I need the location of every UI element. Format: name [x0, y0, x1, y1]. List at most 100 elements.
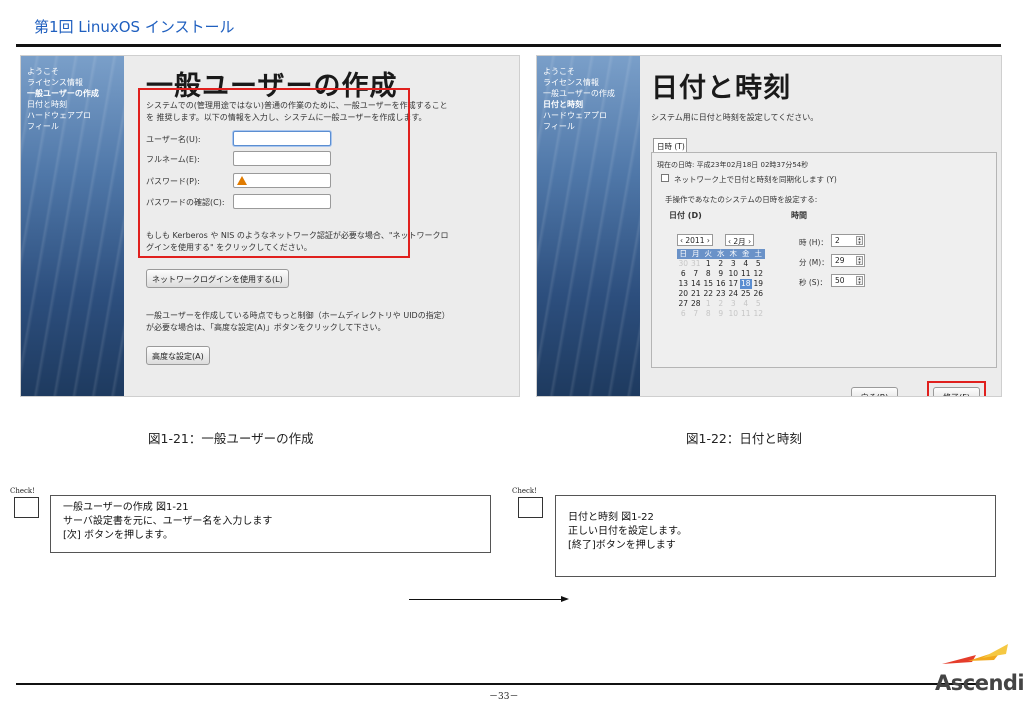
calendar-day[interactable]: 9	[715, 269, 728, 279]
check-label-left: Check!	[10, 487, 35, 495]
check-label-right: Check!	[512, 487, 537, 495]
note-box-right: 日付と時刻 図1-22 正しい日付を設定します。 [終了]ボタンを押します	[555, 495, 996, 577]
date-header: 日付 (D)	[669, 211, 702, 220]
sidebar-item-hardware-profile: ハードウェアプロ	[27, 111, 91, 120]
calendar-day[interactable]: 4	[740, 259, 753, 269]
year-selector[interactable]: ‹ 2011 ›	[677, 234, 713, 246]
calendar-day[interactable]: 1	[702, 299, 715, 309]
network-sync-checkbox[interactable]	[661, 174, 669, 182]
calendar-weekday: 水	[714, 249, 727, 259]
sidebar-item-create-user: 一般ユーザーの作成	[543, 89, 615, 98]
calendar-week-row: 6 7 8 9 10 11 12	[677, 309, 765, 319]
calendar-day[interactable]: 3	[727, 259, 740, 269]
calendar-week-row: 6 7 8 9 10 11 12	[677, 269, 765, 279]
note-right-line-1: 日付と時刻 図1-22	[568, 512, 654, 523]
calendar-day[interactable]: 22	[702, 289, 715, 299]
calendar-day[interactable]: 3	[727, 299, 740, 309]
calendar-day[interactable]: 2	[715, 259, 728, 269]
calendar-day[interactable]: 13	[677, 279, 690, 289]
second-value: 50	[835, 276, 845, 285]
calendar-day[interactable]: 8	[702, 309, 715, 319]
calendar-day[interactable]: 6	[677, 309, 690, 319]
calendar-weekday: 木	[727, 249, 740, 259]
calendar-day[interactable]: 28	[690, 299, 703, 309]
calendar-day[interactable]: 11	[740, 269, 753, 279]
month-value: 2月	[733, 237, 746, 246]
flow-arrow	[409, 599, 563, 600]
next-month-icon[interactable]: ›	[748, 237, 751, 246]
calendar-day[interactable]: 19	[752, 279, 765, 289]
calendar-day[interactable]: 23	[715, 289, 728, 299]
installer-sidebar: ようこそ ライセンス情報 一般ユーザーの作成 日付と時刻 ハードウェアプロ フィ…	[21, 56, 124, 396]
sidebar-item-welcome: ようこそ	[543, 67, 575, 76]
calendar-day[interactable]: 5	[752, 299, 765, 309]
calendar-day[interactable]: 4	[740, 299, 753, 309]
sidebar-item-hardware-profile-cont: フィール	[27, 122, 59, 131]
calendar-week-row: 13 14 15 16 17 18 19	[677, 279, 765, 289]
screenshot-user-creation: ようこそ ライセンス情報 一般ユーザーの作成 日付と時刻 ハードウェアプロ フィ…	[20, 55, 520, 397]
sidebar-item-date-time: 日付と時刻	[27, 100, 67, 109]
calendar-day[interactable]: 25	[740, 289, 753, 299]
calendar-day[interactable]: 8	[702, 269, 715, 279]
calendar-weekday: 土	[752, 249, 765, 259]
network-sync-label: ネットワーク上で日付と時刻を同期化します (Y)	[674, 175, 837, 184]
advanced-settings-button[interactable]: 高度な設定(A)	[146, 346, 210, 365]
second-spinner[interactable]: 50 ▴ ▾	[831, 274, 865, 287]
calendar-day[interactable]: 20	[677, 289, 690, 299]
manual-set-label: 手操作であなたのシステムの日時を設定する:	[665, 195, 818, 204]
prev-year-icon[interactable]: ‹	[680, 236, 683, 245]
note-left-line-2: サーバ設定書を元に、ユーザー名を入力します	[63, 516, 273, 527]
spinner-arrows-icon[interactable]: ▴ ▾	[856, 236, 863, 246]
prev-month-icon[interactable]: ‹	[728, 237, 731, 246]
advanced-text-1: 一般ユーザーを作成している時点でもっと制御（ホームディレクトリや UIDの指定）	[146, 311, 450, 320]
calendar-day[interactable]: 31	[690, 259, 703, 269]
spinner-arrows-icon[interactable]: ▴ ▾	[856, 256, 863, 266]
calendar-grid: 日月火水木金土 30 31 1 2 3 4 5 6 7 8 9 10 11 12 13 14 15 16 17 18 19…	[677, 249, 765, 319]
footer-divider	[16, 683, 981, 685]
arrow-right-icon	[561, 596, 569, 602]
calendar-day[interactable]: 14	[690, 279, 703, 289]
calendar-day[interactable]: 12	[752, 309, 765, 319]
spinner-arrows-icon[interactable]: ▴ ▾	[856, 276, 863, 286]
calendar-day[interactable]: 18	[739, 279, 752, 289]
calendar-day[interactable]: 7	[690, 309, 703, 319]
calendar-day[interactable]: 1	[702, 259, 715, 269]
check-square-left[interactable]	[14, 497, 39, 518]
calendar-day[interactable]: 7	[690, 269, 703, 279]
network-login-button[interactable]: ネットワークログインを使用する(L)	[146, 269, 289, 288]
calendar-day[interactable]: 10	[727, 309, 740, 319]
calendar-day[interactable]: 24	[727, 289, 740, 299]
calendar-day[interactable]: 21	[690, 289, 703, 299]
hour-spinner[interactable]: 2 ▴ ▾	[831, 234, 865, 247]
minute-label: 分 (M)：	[799, 258, 829, 267]
hour-value: 2	[835, 236, 840, 245]
calendar-day[interactable]: 9	[715, 309, 728, 319]
month-selector[interactable]: ‹ 2月 ›	[725, 234, 755, 246]
calendar-day[interactable]: 27	[677, 299, 690, 309]
calendar-weekday: 火	[702, 249, 715, 259]
check-square-right[interactable]	[518, 497, 543, 518]
calendar-day[interactable]: 5	[752, 259, 765, 269]
note-left-line-1: 一般ユーザーの作成 図1-21	[63, 502, 189, 513]
minute-spinner[interactable]: 29 ▴ ▾	[831, 254, 865, 267]
calendar-day[interactable]: 11	[740, 309, 753, 319]
calendar-week-row: 30 31 1 2 3 4 5	[677, 259, 765, 269]
calendar-day[interactable]: 16	[715, 279, 728, 289]
note-box-left: 一般ユーザーの作成 図1-21 サーバ設定書を元に、ユーザー名を入力します [次…	[50, 495, 491, 553]
calendar-weekday: 月	[689, 249, 702, 259]
calendar-day[interactable]: 6	[677, 269, 690, 279]
calendar-day[interactable]: 30	[677, 259, 690, 269]
tab-date-time[interactable]: 日時 (T)	[653, 138, 687, 152]
sidebar-item-welcome: ようこそ	[27, 67, 59, 76]
intro-text: システム用に日付と時刻を設定してください。	[651, 113, 819, 122]
calendar-day[interactable]: 10	[727, 269, 740, 279]
calendar-day[interactable]: 17	[727, 279, 740, 289]
calendar-day[interactable]: 15	[702, 279, 715, 289]
calendar-day[interactable]: 26	[752, 289, 765, 299]
next-year-icon[interactable]: ›	[707, 236, 710, 245]
document-title: 第1回 LinuxOS インストール	[34, 18, 235, 36]
screenshot-date-time: ようこそ ライセンス情報 一般ユーザーの作成 日付と時刻 ハードウェアプロ フィ…	[536, 55, 1002, 397]
calendar-day[interactable]: 12	[752, 269, 765, 279]
calendar-day[interactable]: 2	[715, 299, 728, 309]
back-button[interactable]: 戻る(B)	[851, 387, 898, 396]
